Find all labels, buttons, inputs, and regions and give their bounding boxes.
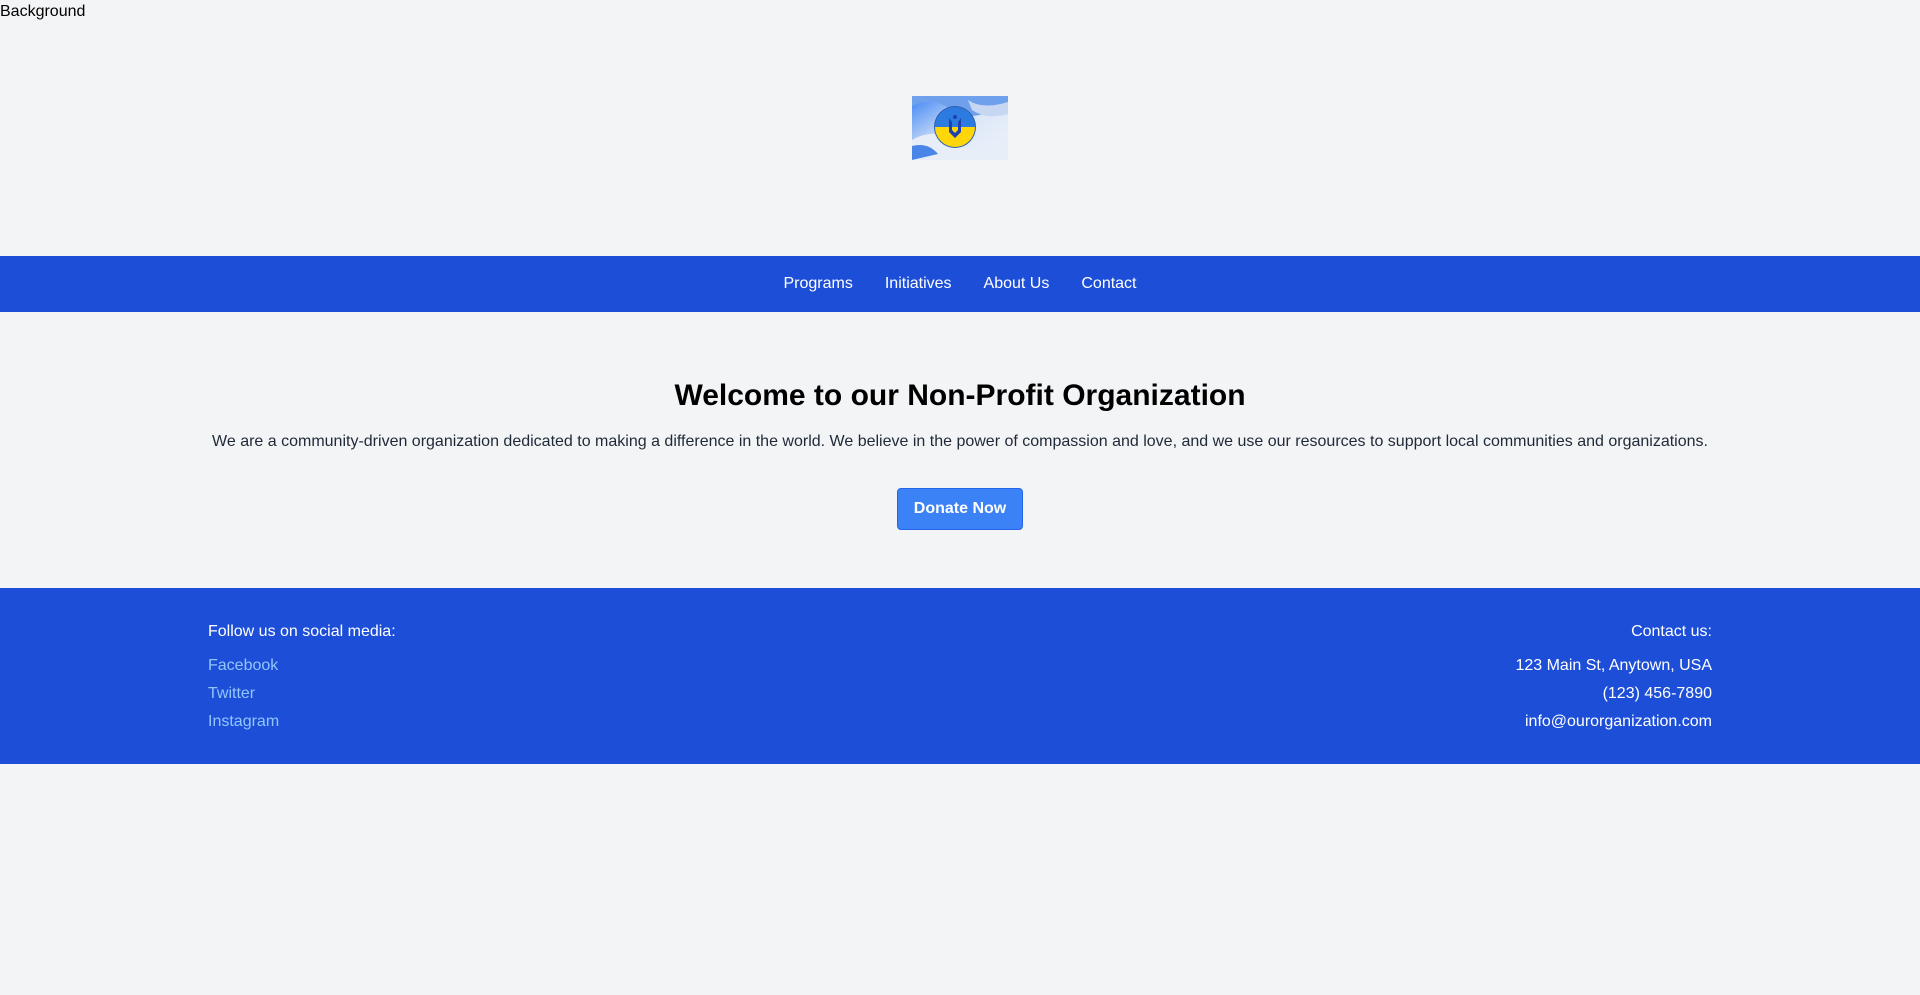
background-label: Background [0, 3, 86, 20]
ukraine-trident-badge-icon [912, 96, 1008, 160]
instagram-link[interactable]: Instagram [208, 708, 396, 736]
main-navbar: Programs Initiatives About Us Contact [0, 256, 1920, 312]
twitter-link[interactable]: Twitter [208, 680, 396, 708]
logo-image [912, 96, 1008, 160]
hero-description: We are a community-driven organization d… [212, 433, 1708, 450]
nav-link-about-us[interactable]: About Us [984, 275, 1050, 293]
social-media-section: Follow us on social media: Facebook Twit… [208, 620, 396, 736]
contact-section: Contact us: 123 Main St, Anytown, USA (1… [1515, 620, 1712, 736]
hero-section: Welcome to our Non-Profit Organization W… [0, 378, 1920, 530]
nav-link-programs[interactable]: Programs [783, 275, 852, 293]
facebook-link[interactable]: Facebook [208, 652, 396, 680]
nav-link-initiatives[interactable]: Initiatives [885, 275, 952, 293]
social-heading: Follow us on social media: [208, 623, 396, 640]
page-title: Welcome to our Non-Profit Organization [674, 379, 1246, 412]
donate-button[interactable]: Donate Now [896, 488, 1024, 530]
site-footer: Follow us on social media: Facebook Twit… [0, 588, 1920, 764]
contact-address: 123 Main St, Anytown, USA [1515, 657, 1712, 674]
contact-heading: Contact us: [1631, 623, 1712, 640]
contact-email: info@ourorganization.com [1524, 713, 1712, 730]
contact-phone: (123) 456-7890 [1602, 685, 1712, 702]
nav-link-contact[interactable]: Contact [1081, 275, 1136, 293]
